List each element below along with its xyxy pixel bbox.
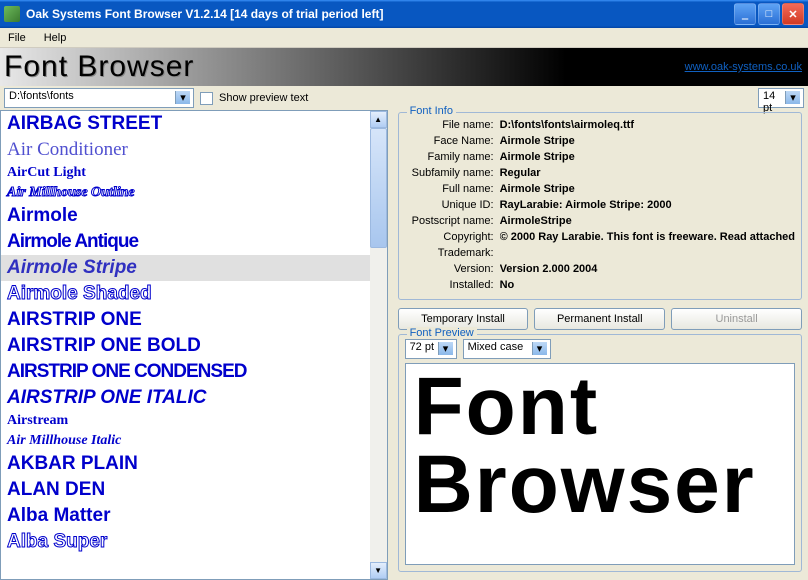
maximize-button[interactable]: □: [758, 3, 780, 25]
font-list-item[interactable]: AIRSTRIP ONE ITALIC: [1, 385, 370, 411]
face-name-label: Face Name:: [405, 133, 500, 149]
font-list-item[interactable]: Air Conditioner: [1, 137, 370, 163]
font-list-item[interactable]: Airmole Shaded: [1, 281, 370, 307]
family-name-value: Airmole Stripe: [500, 149, 795, 165]
banner-title: Font Browser: [4, 50, 194, 84]
trademark-value: [500, 245, 795, 261]
font-list-item[interactable]: AIRSTRIP ONE: [1, 307, 370, 333]
font-list-item[interactable]: Alba Matter: [1, 503, 370, 529]
show-preview-label: Show preview text: [219, 92, 308, 104]
font-list-item[interactable]: AIRSTRIP ONE CONDENSED: [1, 359, 370, 385]
titlebar: Oak Systems Font Browser V1.2.14 [14 day…: [0, 0, 808, 28]
font-list-item[interactable]: Alba Super: [1, 529, 370, 555]
show-preview-checkbox[interactable]: [200, 92, 213, 105]
minimize-button[interactable]: ‗: [734, 3, 756, 25]
font-info-group: Font Info File name:D:\fonts\fonts\airmo…: [398, 112, 802, 300]
installed-label: Installed:: [405, 277, 500, 293]
unique-id-value: RayLarabie: Airmole Stripe: 2000: [500, 197, 795, 213]
window-title: Oak Systems Font Browser V1.2.14 [14 day…: [26, 7, 734, 21]
font-list-panel: AIRBAG STREETAir ConditionerAirCut Light…: [0, 110, 388, 580]
main-area: AIRBAG STREETAir ConditionerAirCut Light…: [0, 110, 808, 580]
window-buttons: ‗ □ ✕: [734, 3, 804, 25]
font-list-item[interactable]: Airmole: [1, 203, 370, 229]
version-value: Version 2.000 2004: [500, 261, 795, 277]
preview-box: Font Browser: [405, 363, 795, 565]
font-list-item[interactable]: Air Millhouse Outline: [1, 183, 370, 203]
preview-line1: Font: [414, 368, 786, 446]
right-panel: Font Info File name:D:\fonts\fonts\airmo…: [388, 110, 808, 580]
unique-id-label: Unique ID:: [405, 197, 500, 213]
perm-install-button[interactable]: Permanent Install: [534, 308, 665, 330]
list-size-combo[interactable]: 14 pt: [758, 88, 804, 108]
file-name-value: D:\fonts\fonts\airmoleq.ttf: [500, 117, 795, 133]
font-info-title: Font Info: [407, 105, 456, 117]
font-list-item[interactable]: Air Millhouse Italic: [1, 431, 370, 451]
subfamily-value: Regular: [500, 165, 795, 181]
font-list-item[interactable]: AirCut Light: [1, 163, 370, 183]
installed-value: No: [500, 277, 795, 293]
path-combo[interactable]: D:\fonts\fonts: [4, 88, 194, 108]
preview-line2: Browser: [414, 446, 786, 524]
scrollbar[interactable]: ▲ ▼: [370, 111, 387, 579]
version-label: Version:: [405, 261, 500, 277]
preview-size-combo[interactable]: 72 pt: [405, 339, 457, 359]
website-link[interactable]: www.oak-systems.co.uk: [685, 61, 802, 73]
postscript-label: Postscript name:: [405, 213, 500, 229]
scroll-thumb[interactable]: [370, 128, 387, 248]
menubar: File Help: [0, 28, 808, 48]
font-list-item[interactable]: AKBAR PLAIN: [1, 451, 370, 477]
font-list[interactable]: AIRBAG STREETAir ConditionerAirCut Light…: [1, 111, 370, 579]
copyright-value: © 2000 Ray Larabie. This font is freewar…: [500, 229, 795, 245]
font-list-item[interactable]: ALAN DEN: [1, 477, 370, 503]
postscript-value: AirmoleStripe: [500, 213, 795, 229]
preview-controls: 72 pt Mixed case: [405, 339, 795, 359]
app-icon: [4, 6, 20, 22]
face-name-value: Airmole Stripe: [500, 133, 795, 149]
file-name-label: File name:: [405, 117, 500, 133]
font-list-item[interactable]: Airmole Stripe: [1, 255, 370, 281]
font-preview-group: Font Preview 72 pt Mixed case Font Brows…: [398, 334, 802, 572]
family-name-label: Family name:: [405, 149, 500, 165]
font-list-item[interactable]: AIRBAG STREET: [1, 111, 370, 137]
scroll-down-button[interactable]: ▼: [370, 562, 387, 579]
menu-file[interactable]: File: [4, 31, 30, 45]
full-name-label: Full name:: [405, 181, 500, 197]
font-list-item[interactable]: Airstream: [1, 411, 370, 431]
banner: Font Browser www.oak-systems.co.uk: [0, 48, 808, 86]
full-name-value: Airmole Stripe: [500, 181, 795, 197]
menu-help[interactable]: Help: [40, 31, 71, 45]
close-button[interactable]: ✕: [782, 3, 804, 25]
trademark-label: Trademark:: [405, 245, 500, 261]
font-list-item[interactable]: Airmole Antique: [1, 229, 370, 255]
font-preview-title: Font Preview: [407, 327, 477, 339]
subfamily-label: Subfamily name:: [405, 165, 500, 181]
font-list-item[interactable]: AIRSTRIP ONE BOLD: [1, 333, 370, 359]
uninstall-button: Uninstall: [671, 308, 802, 330]
preview-case-combo[interactable]: Mixed case: [463, 339, 551, 359]
toolbar: D:\fonts\fonts Show preview text 14 pt: [0, 86, 808, 110]
copyright-label: Copyright:: [405, 229, 500, 245]
scroll-up-button[interactable]: ▲: [370, 111, 387, 128]
